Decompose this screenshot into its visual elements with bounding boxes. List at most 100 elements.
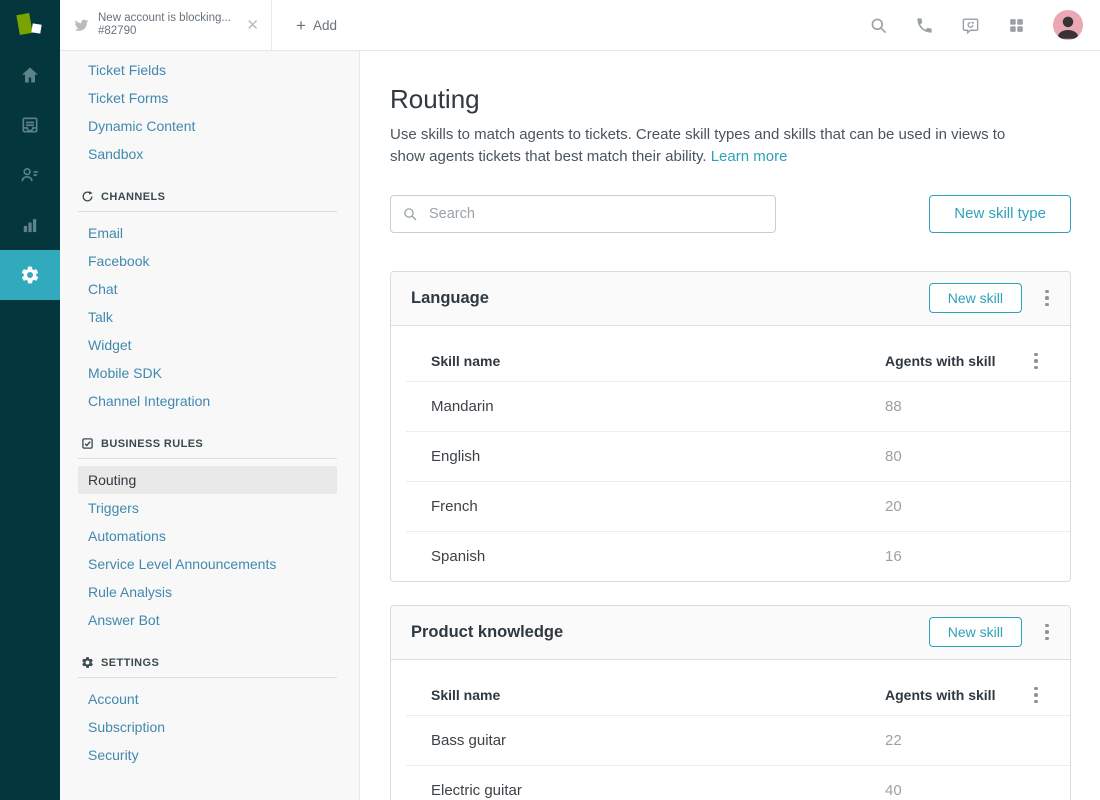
section-label: Channels bbox=[101, 191, 165, 203]
settings-sidebar: Ticket Fields Ticket Forms Dynamic Conte… bbox=[60, 51, 360, 800]
skill-row-spanish[interactable]: Spanish 16 bbox=[391, 532, 1070, 581]
search-input-icon bbox=[402, 206, 418, 222]
settings-icon bbox=[20, 265, 40, 285]
sidebar-item-email[interactable]: Email bbox=[60, 219, 359, 247]
sidebar-item-service-level-announcements[interactable]: Service Level Announcements bbox=[60, 550, 359, 578]
rail-reports-button[interactable] bbox=[0, 200, 60, 250]
sidebar-item-widget[interactable]: Widget bbox=[60, 331, 359, 359]
card-header: Product knowledge New skill bbox=[391, 606, 1070, 660]
learn-more-link[interactable]: Learn more bbox=[711, 148, 788, 165]
ticket-tab-id: #82790 bbox=[98, 25, 235, 38]
table-header-row: Skill name Agents with skill bbox=[391, 342, 1070, 381]
home-icon bbox=[20, 65, 40, 85]
add-tab-button[interactable]: + Add bbox=[286, 0, 347, 50]
skills-table: Skill name Agents with skill Mandarin 88… bbox=[391, 326, 1070, 581]
sidebar-item-ticket-forms[interactable]: Ticket Forms bbox=[60, 84, 359, 112]
logo-shape-white bbox=[31, 23, 41, 33]
table-kebab-menu-icon[interactable] bbox=[1023, 346, 1049, 376]
skill-name: English bbox=[391, 448, 885, 465]
tab-close-icon[interactable]: ✕ bbox=[244, 18, 261, 33]
table-kebab-menu-icon[interactable] bbox=[1023, 680, 1049, 710]
topbar-spacer bbox=[347, 0, 869, 50]
sidebar-item-channel-integration[interactable]: Channel Integration bbox=[60, 387, 359, 415]
main-content: Routing Use skills to match agents to ti… bbox=[361, 51, 1100, 800]
app-window: New account is blocking... #82790 ✕ + Ad… bbox=[0, 0, 1100, 800]
user-avatar[interactable] bbox=[1053, 10, 1083, 40]
sidebar-item-facebook[interactable]: Facebook bbox=[60, 247, 359, 275]
agents-count: 88 bbox=[885, 398, 1016, 415]
section-label: Settings bbox=[101, 657, 159, 669]
agents-count: 22 bbox=[885, 732, 1016, 749]
column-header-agents: Agents with skill bbox=[885, 353, 1016, 369]
rail-customers-button[interactable] bbox=[0, 150, 60, 200]
section-label: Business Rules bbox=[101, 438, 203, 450]
logo-shape-green bbox=[16, 13, 32, 35]
ticket-tab[interactable]: New account is blocking... #82790 ✕ bbox=[60, 0, 272, 50]
skills-search-input[interactable] bbox=[390, 195, 776, 233]
section-divider bbox=[78, 677, 337, 678]
sidebar-item-subscription[interactable]: Subscription bbox=[60, 713, 359, 741]
skill-name: French bbox=[391, 498, 885, 515]
plus-icon: + bbox=[296, 17, 306, 34]
card-kebab-menu-icon[interactable] bbox=[1034, 283, 1060, 313]
sidebar-item-sandbox[interactable]: Sandbox bbox=[60, 140, 359, 168]
skill-name: Bass guitar bbox=[391, 732, 885, 749]
skill-row-english[interactable]: English 80 bbox=[391, 432, 1070, 481]
sidebar-item-ticket-fields[interactable]: Ticket Fields bbox=[60, 56, 359, 84]
sidebar-item-routing[interactable]: Routing bbox=[78, 466, 337, 494]
page-title: Routing bbox=[390, 84, 1071, 115]
new-skill-type-button[interactable]: New skill type bbox=[929, 195, 1071, 233]
ticket-tab-text: New account is blocking... #82790 bbox=[98, 12, 235, 38]
sidebar-item-chat[interactable]: Chat bbox=[60, 275, 359, 303]
settings-section-icon bbox=[81, 656, 94, 669]
search-icon[interactable] bbox=[869, 16, 888, 35]
avatar-person-icon bbox=[1053, 10, 1083, 40]
add-label: Add bbox=[313, 18, 337, 33]
new-skill-button[interactable]: New skill bbox=[929, 283, 1022, 313]
sidebar-item-dynamic-content[interactable]: Dynamic Content bbox=[60, 112, 359, 140]
sidebar-item-triggers[interactable]: Triggers bbox=[60, 494, 359, 522]
skill-row-bass-guitar[interactable]: Bass guitar 22 bbox=[391, 716, 1070, 765]
phone-icon[interactable] bbox=[915, 16, 934, 35]
search-wrap bbox=[390, 195, 776, 233]
sidebar-item-automations[interactable]: Automations bbox=[60, 522, 359, 550]
table-header-row: Skill name Agents with skill bbox=[391, 676, 1070, 715]
skill-type-card-language: Language New skill Skill name Agents wit… bbox=[390, 271, 1071, 582]
card-kebab-menu-icon[interactable] bbox=[1034, 617, 1060, 647]
rail-views-button[interactable] bbox=[0, 100, 60, 150]
skill-row-mandarin[interactable]: Mandarin 88 bbox=[391, 382, 1070, 431]
sidebar-item-mobile-sdk[interactable]: Mobile SDK bbox=[60, 359, 359, 387]
skill-row-french[interactable]: French 20 bbox=[391, 482, 1070, 531]
skill-type-cards: Language New skill Skill name Agents wit… bbox=[390, 271, 1071, 800]
section-divider bbox=[78, 211, 337, 212]
chat-icon[interactable] bbox=[961, 16, 980, 35]
sidebar-item-talk[interactable]: Talk bbox=[60, 303, 359, 331]
channels-icon bbox=[81, 190, 94, 203]
reports-icon bbox=[20, 215, 40, 235]
sidebar-item-answer-bot[interactable]: Answer Bot bbox=[60, 606, 359, 634]
sidebar-item-account[interactable]: Account bbox=[60, 685, 359, 713]
skill-type-title: Language bbox=[411, 289, 929, 308]
section-header-settings: Settings bbox=[60, 656, 359, 669]
skill-name: Mandarin bbox=[391, 398, 885, 415]
page-description: Use skills to match agents to tickets. C… bbox=[390, 124, 1035, 168]
primary-nav-rail bbox=[0, 50, 60, 800]
rail-home-button[interactable] bbox=[0, 50, 60, 100]
top-bar: New account is blocking... #82790 ✕ + Ad… bbox=[0, 0, 1100, 51]
column-header-agents: Agents with skill bbox=[885, 687, 1016, 703]
sidebar-item-rule-analysis[interactable]: Rule Analysis bbox=[60, 578, 359, 606]
skill-type-title: Product knowledge bbox=[411, 623, 929, 642]
zendesk-logo[interactable] bbox=[0, 0, 60, 51]
new-skill-button[interactable]: New skill bbox=[929, 617, 1022, 647]
rail-settings-button[interactable] bbox=[0, 250, 60, 300]
sidebar-item-security[interactable]: Security bbox=[60, 741, 359, 769]
skills-toolbar: New skill type bbox=[390, 195, 1071, 233]
skill-name: Spanish bbox=[391, 548, 885, 565]
apps-grid-icon[interactable] bbox=[1007, 16, 1026, 35]
skill-name: Electric guitar bbox=[391, 782, 885, 799]
section-divider bbox=[78, 458, 337, 459]
skill-type-card-product-knowledge: Product knowledge New skill Skill name A… bbox=[390, 605, 1071, 800]
skill-row-electric-guitar[interactable]: Electric guitar 40 bbox=[391, 766, 1070, 800]
twitter-icon bbox=[74, 18, 89, 33]
description-text: Use skills to match agents to tickets. C… bbox=[390, 126, 1005, 165]
